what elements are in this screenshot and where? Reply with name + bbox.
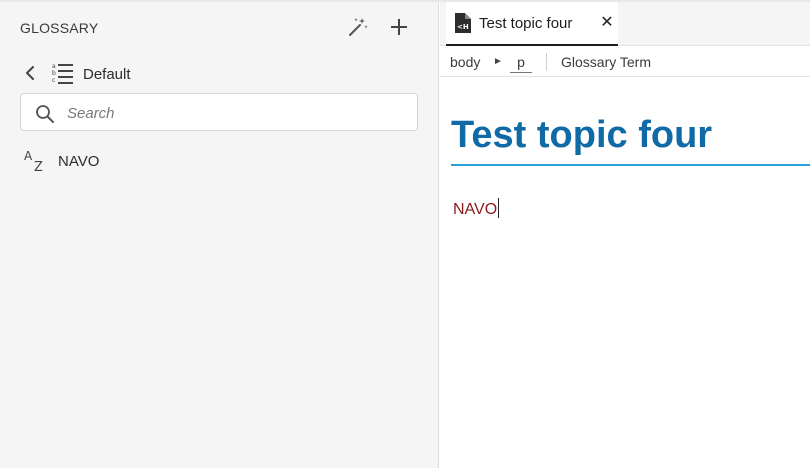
text-cursor [498, 198, 500, 218]
dita-file-icon: <H [455, 13, 471, 33]
alphabetical-list-icon: a b c [51, 62, 75, 86]
add-icon[interactable] [387, 15, 411, 39]
glossary-term-reference[interactable]: NAVO [453, 201, 497, 218]
element-breadcrumb: body ► p Glossary Term [440, 47, 810, 77]
breadcrumb-p[interactable]: p [510, 54, 532, 73]
breadcrumb-arrow-icon: ► [493, 56, 503, 67]
panel-title: GLOSSARY [20, 20, 99, 36]
breadcrumb-body[interactable]: body [450, 54, 480, 70]
search-box[interactable] [20, 93, 418, 132]
breadcrumb-divider [546, 53, 547, 71]
svg-text:Z: Z [34, 160, 43, 173]
glossary-panel: GLOSSARY a b c Default Search A Z NAVO [0, 2, 439, 468]
app-window: GLOSSARY a b c Default Search A Z NAVO <… [0, 0, 810, 468]
svg-text:a: a [52, 63, 56, 70]
title-underline [451, 164, 810, 166]
document-title[interactable]: Test topic four [451, 114, 712, 157]
svg-text:A: A [24, 149, 33, 163]
svg-text:b: b [52, 70, 56, 77]
document-paragraph[interactable]: NAVO [453, 198, 500, 219]
magic-wand-icon[interactable] [346, 15, 370, 39]
svg-text:c: c [52, 77, 55, 84]
tab-bar: <H Test topic four ✕ [440, 2, 810, 46]
editor-panel: <H Test topic four ✕ body ► p Glossary T… [440, 2, 810, 468]
breadcrumb-glossary-term[interactable]: Glossary Term [561, 54, 651, 70]
tab-test-topic-four[interactable]: <H Test topic four ✕ [446, 2, 618, 46]
tab-label: Test topic four [479, 15, 573, 32]
search-input[interactable] [65, 94, 409, 132]
search-icon [36, 105, 54, 123]
glossary-group-label[interactable]: Default [83, 66, 131, 83]
a-to-z-icon: A Z [24, 149, 50, 175]
glossary-term-item[interactable]: A Z NAVO [24, 148, 100, 175]
back-chevron-icon[interactable] [20, 63, 40, 83]
svg-text:<H: <H [457, 23, 469, 31]
close-tab-icon[interactable]: ✕ [599, 13, 615, 31]
glossary-term-label: NAVO [58, 152, 100, 170]
